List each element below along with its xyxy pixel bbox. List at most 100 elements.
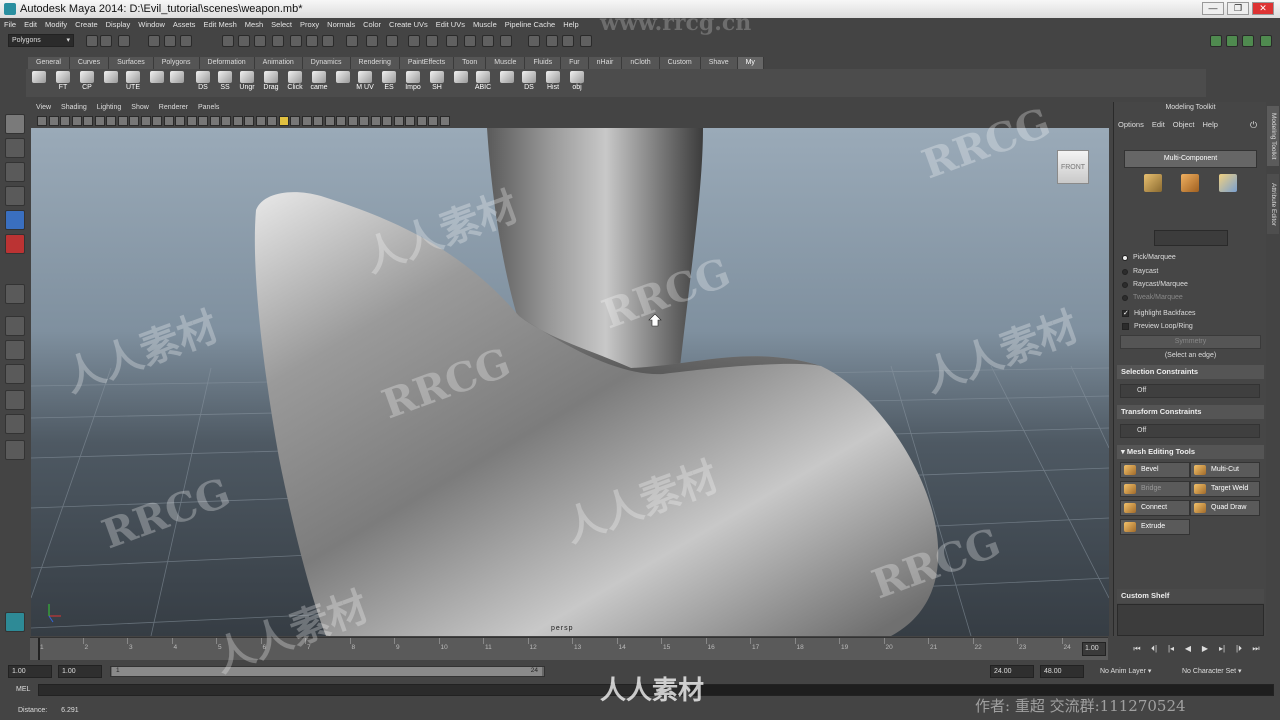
toolkit-menu-object[interactable]: Object: [1173, 120, 1195, 129]
mesh-tool-connect[interactable]: Connect: [1120, 500, 1190, 516]
viewport-tool-icon[interactable]: [209, 116, 220, 126]
mesh-tool-multi-cut[interactable]: Multi-Cut: [1190, 462, 1260, 478]
custom-layout-icon[interactable]: [5, 440, 25, 460]
shelf-tab-shave[interactable]: Shave: [700, 57, 738, 69]
menu-modify[interactable]: Modify: [45, 18, 67, 31]
power-icon[interactable]: ⏻: [1250, 120, 1257, 131]
viewport-tool-icon[interactable]: [83, 116, 93, 126]
scale-tool-icon[interactable]: [5, 234, 25, 254]
current-frame-field[interactable]: 1.00: [1082, 642, 1106, 656]
play-backward-icon[interactable]: ◀: [1181, 642, 1195, 656]
step-back-key-icon[interactable]: ⏴|: [1147, 642, 1161, 656]
viewport-tool-icon[interactable]: [359, 116, 369, 126]
viewport-tool-icon[interactable]: [232, 116, 243, 126]
shelf-button[interactable]: DS: [518, 71, 540, 95]
playback-end-field[interactable]: 24.00: [990, 665, 1034, 678]
viewport-tool-icon[interactable]: [140, 116, 151, 126]
menu-pipeline-cache[interactable]: Pipeline Cache: [505, 18, 555, 31]
shelf-button[interactable]: [450, 71, 472, 95]
go-to-end-icon[interactable]: ⏭: [1249, 642, 1263, 656]
viewport-tool-icon[interactable]: [163, 116, 174, 126]
shelf-tab-general[interactable]: General: [28, 57, 70, 69]
viewport-tool-icon[interactable]: [428, 116, 438, 126]
mesh-tool-quad-draw[interactable]: Quad Draw: [1190, 500, 1260, 516]
status-tool-icon[interactable]: [500, 35, 512, 47]
viewport-menu-renderer[interactable]: Renderer: [159, 102, 188, 114]
face-mode-icon[interactable]: [1219, 174, 1237, 192]
status-tool-icon[interactable]: [164, 35, 176, 47]
animation-start-field[interactable]: 1.00: [8, 665, 52, 678]
viewport-tool-icon[interactable]: [106, 116, 116, 126]
shelf-tab-fluids[interactable]: Fluids: [525, 57, 562, 69]
outliner-layout-icon[interactable]: [5, 364, 25, 384]
viewport-tool-icon[interactable]: [94, 116, 105, 126]
viewport-tool-icon[interactable]: [255, 116, 266, 126]
shelf-button[interactable]: Ungr: [236, 71, 258, 95]
viewport-tool-icon[interactable]: [198, 116, 208, 126]
status-tool-icon[interactable]: [446, 35, 458, 47]
status-tool-icon[interactable]: [306, 35, 318, 47]
shelf-button[interactable]: came: [308, 71, 330, 95]
toolkit-menu-help[interactable]: Help: [1202, 120, 1217, 129]
status-tool-icon[interactable]: [100, 35, 112, 47]
playback-start-field[interactable]: 1.00: [58, 665, 102, 678]
range-handle[interactable]: 1 24: [112, 667, 542, 676]
mesh-tool-extrude[interactable]: Extrude: [1120, 519, 1190, 535]
maya-home-icon[interactable]: [5, 612, 25, 632]
preview-loop-ring-checkbox[interactable]: Preview Loop/Ring: [1122, 323, 1193, 330]
panel-toggle-icon[interactable]: [1210, 35, 1222, 47]
panel-toggle-icon[interactable]: [1242, 35, 1254, 47]
viewport-tool-icon[interactable]: [117, 116, 128, 126]
character-set-select[interactable]: No Character Set ▾: [1182, 665, 1242, 678]
viewport-tool-icon[interactable]: [416, 116, 427, 126]
shelf-button[interactable]: Hist: [542, 71, 564, 95]
viewport-tool-icon[interactable]: [382, 116, 392, 126]
status-tool-icon[interactable]: [118, 35, 130, 47]
viewport-tool-icon[interactable]: [221, 116, 231, 126]
shelf-button[interactable]: ABIC: [472, 71, 494, 95]
hypershade-layout-icon[interactable]: [5, 414, 25, 434]
shelf-tab-rendering[interactable]: Rendering: [350, 57, 400, 69]
shelf-tab-polygons[interactable]: Polygons: [153, 57, 200, 69]
viewport-menu-show[interactable]: Show: [131, 102, 149, 114]
menu-display[interactable]: Display: [106, 18, 131, 31]
menu-window[interactable]: Window: [138, 18, 165, 31]
viewport-menu-panels[interactable]: Panels: [198, 102, 219, 114]
shelf-tab-surfaces[interactable]: Surfaces: [109, 57, 154, 69]
single-pane-layout-icon[interactable]: [5, 316, 25, 336]
viewport-tool-icon[interactable]: [267, 116, 277, 126]
shelf-button[interactable]: FT: [52, 71, 74, 95]
status-tool-icon[interactable]: [528, 35, 540, 47]
shelf-tab-my[interactable]: My: [737, 57, 764, 69]
viewport-tool-icon[interactable]: [186, 116, 197, 126]
shelf-tab-toon[interactable]: Toon: [454, 57, 487, 69]
shelf-button[interactable]: Impo: [402, 71, 424, 95]
viewport-tool-icon[interactable]: [290, 116, 300, 126]
viewport-tool-icon[interactable]: [405, 116, 415, 126]
four-pane-layout-icon[interactable]: [5, 340, 25, 360]
shelf-button[interactable]: SH: [426, 71, 448, 95]
mel-label[interactable]: MEL: [6, 684, 34, 696]
selection-mode-radio[interactable]: Raycast: [1122, 268, 1158, 275]
viewport-tool-icon[interactable]: [175, 116, 185, 126]
selection-constraints-header[interactable]: Selection Constraints: [1117, 365, 1264, 379]
panel-toggle-icon[interactable]: [1260, 35, 1272, 47]
shelf-tab-ncloth[interactable]: nCloth: [622, 57, 660, 69]
shelf-button[interactable]: M UV: [354, 71, 376, 95]
shelf-button[interactable]: DS: [192, 71, 214, 95]
view-cube[interactable]: FRONT: [1057, 150, 1089, 184]
selection-constraints-select[interactable]: Off: [1120, 384, 1260, 398]
shelf-tab-fur[interactable]: Fur: [561, 57, 589, 69]
play-forward-icon[interactable]: ▶: [1198, 642, 1212, 656]
highlight-backfaces-checkbox[interactable]: ✓ Highlight Backfaces: [1122, 310, 1195, 317]
status-tool-icon[interactable]: [546, 35, 558, 47]
menu-mesh[interactable]: Mesh: [245, 18, 263, 31]
shelf-tab-curves[interactable]: Curves: [69, 57, 110, 69]
status-tool-icon[interactable]: [386, 35, 398, 47]
shelf-button[interactable]: ES: [378, 71, 400, 95]
shelf-button[interactable]: [496, 71, 518, 95]
viewport-tool-icon[interactable]: [313, 116, 323, 126]
status-tool-icon[interactable]: [482, 35, 494, 47]
command-input[interactable]: [38, 684, 683, 696]
status-tool-icon[interactable]: [426, 35, 438, 47]
